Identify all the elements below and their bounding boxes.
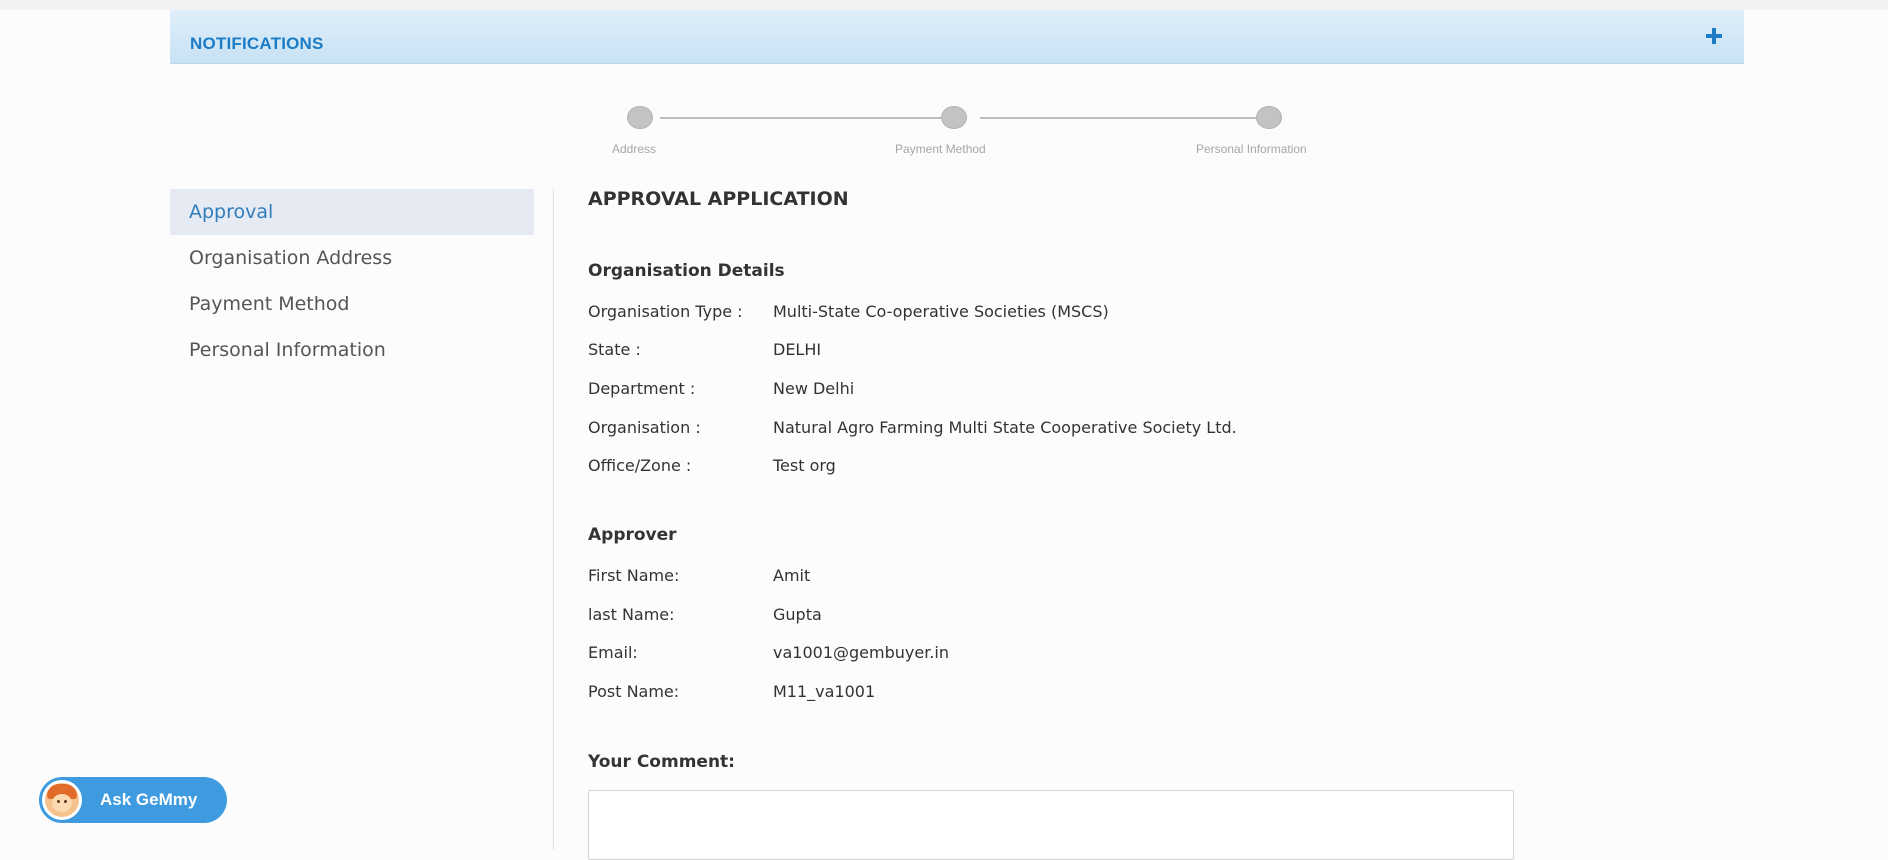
- sidebar-item-organisation-address[interactable]: Organisation Address: [170, 235, 534, 281]
- approver-label: Post Name:: [588, 682, 680, 701]
- main-content: APPROVAL APPLICATION Organisation Detail…: [588, 0, 1788, 860]
- detail-value: DELHI: [773, 340, 822, 359]
- sidebar-item-payment-method[interactable]: Payment Method: [170, 281, 534, 327]
- detail-value: Natural Agro Farming Multi State Coopera…: [773, 418, 1237, 437]
- comment-label: Your Comment:: [588, 752, 735, 772]
- sidebar-item-personal-information[interactable]: Personal Information: [170, 327, 534, 373]
- detail-value: Test org: [773, 456, 836, 475]
- detail-label: Organisation :: [588, 418, 701, 437]
- notifications-title: NOTIFICATIONS: [190, 34, 324, 53]
- detail-label: Organisation Type :: [588, 302, 743, 321]
- detail-value: New Delhi: [773, 379, 855, 398]
- approver-value: va1001@gembuyer.in: [773, 643, 949, 662]
- assistant-avatar-icon: [42, 780, 82, 820]
- sidebar-item-approval[interactable]: Approval: [170, 189, 534, 235]
- approver-label: First Name:: [588, 566, 680, 585]
- vertical-divider: [553, 189, 554, 850]
- approver-value: M11_va1001: [773, 682, 876, 701]
- detail-label: Office/Zone :: [588, 456, 692, 475]
- organisation-details-title: Organisation Details: [588, 261, 785, 281]
- approver-label: Email:: [588, 643, 638, 662]
- ask-gemmy-button[interactable]: Ask GeMmy: [39, 777, 227, 823]
- detail-value: Multi-State Co-operative Societies (MSCS…: [773, 302, 1109, 321]
- detail-label: State :: [588, 340, 641, 359]
- sidebar-nav: Approval Organisation Address Payment Me…: [170, 189, 534, 373]
- detail-label: Department :: [588, 379, 696, 398]
- approver-label: last Name:: [588, 605, 675, 624]
- ask-gemmy-label: Ask GeMmy: [100, 790, 198, 809]
- approver-title: Approver: [588, 525, 677, 545]
- approver-value: Gupta: [773, 605, 822, 624]
- page-title: APPROVAL APPLICATION: [588, 188, 849, 210]
- approver-value: Amit: [773, 566, 811, 585]
